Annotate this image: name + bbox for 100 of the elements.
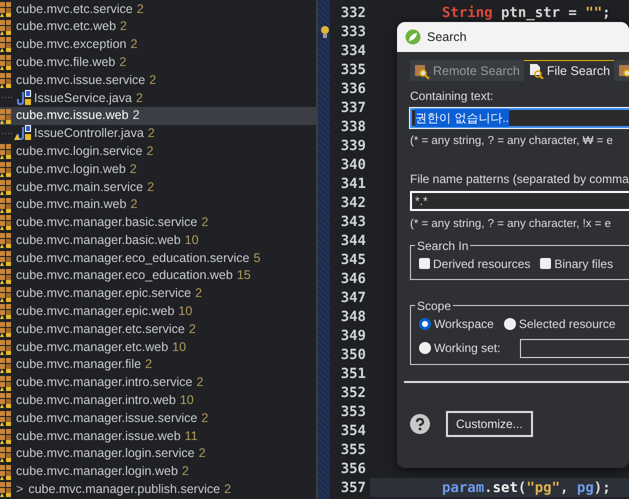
package-icon bbox=[0, 161, 12, 178]
package-icon bbox=[0, 18, 12, 35]
line-number: 345 bbox=[340, 252, 366, 268]
tree-item[interactable]: cube.mvc.manager.login.web 2 bbox=[0, 462, 316, 481]
tree-item[interactable]: cube.mvc.manager.epic.web 10 bbox=[0, 302, 316, 320]
tree-item[interactable]: cube.mvc.manager.basic.web 10 bbox=[0, 231, 316, 250]
tree-item[interactable]: cube.mvc.manager.login.service 2 bbox=[0, 444, 316, 463]
input-field[interactable]: 권한이 없습니다.. bbox=[410, 108, 629, 128]
tree-item[interactable]: cube.mvc.file.web 2 bbox=[0, 53, 316, 72]
group-title: Search In bbox=[416, 240, 470, 252]
tree-item[interactable]: cube.mvc.manager.file 2 bbox=[0, 356, 316, 374]
line-number: 356 bbox=[340, 460, 366, 476]
field-label: Containing text: bbox=[410, 88, 494, 105]
line-number: 353 bbox=[340, 404, 366, 420]
tree-item[interactable]: cube.mvc.issue.service 2 bbox=[0, 71, 316, 89]
search-tab-icon bbox=[414, 63, 430, 79]
tree-connector-icon bbox=[2, 97, 12, 98]
line-number: 354 bbox=[340, 422, 366, 438]
line-number: 342 bbox=[340, 194, 366, 210]
line-number: 337 bbox=[340, 100, 366, 116]
package-icon bbox=[0, 196, 12, 213]
line-number: 340 bbox=[340, 156, 366, 172]
input-field[interactable]: *.* bbox=[410, 191, 629, 212]
tree-item[interactable]: cube.mvc.main.service 2 bbox=[0, 178, 316, 196]
tree-item[interactable]: IssueController.java 2 bbox=[0, 124, 316, 142]
line-number: 339 bbox=[340, 138, 366, 154]
package-icon bbox=[0, 36, 12, 52]
package-icon bbox=[0, 356, 12, 373]
dialog-title: Search bbox=[427, 28, 467, 46]
package-icon bbox=[0, 72, 12, 88]
tree-item[interactable]: cube.mvc.manager.etc.service 2 bbox=[0, 320, 316, 338]
radio-option[interactable]: Selected resource bbox=[504, 314, 616, 332]
radio-option[interactable]: Working set: bbox=[419, 339, 500, 357]
customize-button[interactable]: Customize... bbox=[446, 410, 533, 436]
line-number: 344 bbox=[340, 232, 366, 248]
line-number: 334 bbox=[340, 42, 366, 58]
package-icon bbox=[0, 178, 12, 195]
package-icon bbox=[0, 410, 12, 426]
tree-item[interactable]: cube.mvc.login.web 2 bbox=[0, 160, 316, 178]
line-number: 357 bbox=[340, 480, 366, 496]
tree-item[interactable]: cube.mvc.manager.etc.web 10 bbox=[0, 338, 316, 356]
package-icon bbox=[0, 108, 12, 124]
search-tab-icon bbox=[528, 63, 544, 79]
package-icon bbox=[0, 214, 12, 230]
tree-item[interactable]: cube.mvc.manager.issue.service 2 bbox=[0, 409, 316, 428]
line-number: 346 bbox=[340, 270, 366, 286]
package-icon bbox=[0, 339, 12, 356]
package-icon bbox=[0, 250, 12, 266]
tree-item[interactable]: cube.mvc.etc.service 2 bbox=[0, 0, 316, 18]
tree-item[interactable]: cube.mvc.manager.eco_education.web 15 bbox=[0, 266, 316, 285]
tree-item[interactable]: cube.mvc.exception 2 bbox=[0, 36, 316, 54]
package-icon bbox=[0, 286, 12, 302]
line-number: 355 bbox=[340, 442, 366, 458]
tree-item[interactable]: cube.mvc.manager.intro.service 2 bbox=[0, 374, 316, 392]
working-set-field[interactable] bbox=[520, 338, 629, 358]
search-tab[interactable]: Remote Search bbox=[410, 60, 524, 81]
line-number: 347 bbox=[340, 290, 366, 306]
search-tab[interactable]: File Search bbox=[524, 60, 614, 81]
tree-item[interactable]: cube.mvc.manager.basic.service 2 bbox=[0, 214, 316, 232]
package-icon bbox=[0, 303, 12, 320]
tree-item[interactable]: cube.mvc.etc.web 2 bbox=[0, 18, 316, 36]
tree-connector-icon bbox=[2, 132, 12, 134]
tree-item[interactable]: cube.mvc.main.web 2 bbox=[0, 196, 316, 214]
hint-text: (* = any string, ? = any character, ₩ = e bbox=[410, 134, 614, 149]
package-icon bbox=[0, 143, 12, 160]
line-number: 333 bbox=[340, 24, 366, 40]
tree-item[interactable]: > cube.mvc.manager.publish.service 2 bbox=[0, 480, 316, 498]
package-icon bbox=[0, 481, 12, 498]
tree-item[interactable]: cube.mvc.manager.epic.service 2 bbox=[0, 284, 316, 303]
package-icon bbox=[0, 446, 12, 462]
package-icon bbox=[0, 54, 12, 70]
tree-item[interactable]: cube.mvc.manager.eco_education.service 5 bbox=[0, 249, 316, 267]
code-line: String ptn_str = ""; bbox=[442, 4, 611, 20]
line-number: 336 bbox=[340, 80, 366, 96]
line-number: 349 bbox=[340, 328, 366, 344]
leaf-logo-icon bbox=[405, 29, 421, 45]
package-icon bbox=[0, 374, 12, 391]
tree-item[interactable]: cube.mvc.issue.web 2 bbox=[0, 106, 316, 125]
line-number: 335 bbox=[340, 62, 366, 78]
package-icon bbox=[0, 268, 12, 284]
tree-item[interactable]: cube.mvc.login.service 2 bbox=[0, 142, 316, 160]
radio-option[interactable]: Workspace bbox=[419, 314, 494, 332]
package-icon bbox=[0, 464, 12, 480]
checkbox-option[interactable]: Binary files bbox=[540, 254, 614, 272]
package-icon bbox=[0, 428, 12, 444]
line-number: 332 bbox=[340, 4, 366, 20]
package-icon bbox=[0, 321, 12, 338]
package-icon bbox=[0, 392, 12, 408]
hint-text: (* = any string, ? = any character, !x = e bbox=[410, 217, 612, 232]
line-number: 341 bbox=[340, 176, 366, 192]
line-number: 352 bbox=[340, 384, 366, 400]
tree-item[interactable]: cube.mvc.manager.issue.web 11 bbox=[0, 427, 316, 445]
tree-item[interactable]: cube.mvc.manager.intro.web 10 bbox=[0, 392, 316, 410]
tree-item[interactable]: IssueService.java 2 bbox=[0, 88, 316, 107]
line-number: 338 bbox=[340, 118, 366, 134]
group-title: Scope bbox=[416, 300, 452, 312]
line-number: 343 bbox=[340, 214, 366, 230]
line-number: 350 bbox=[340, 346, 366, 362]
checkbox-option[interactable]: Derived resources bbox=[419, 254, 530, 272]
line-number: 351 bbox=[340, 366, 366, 382]
